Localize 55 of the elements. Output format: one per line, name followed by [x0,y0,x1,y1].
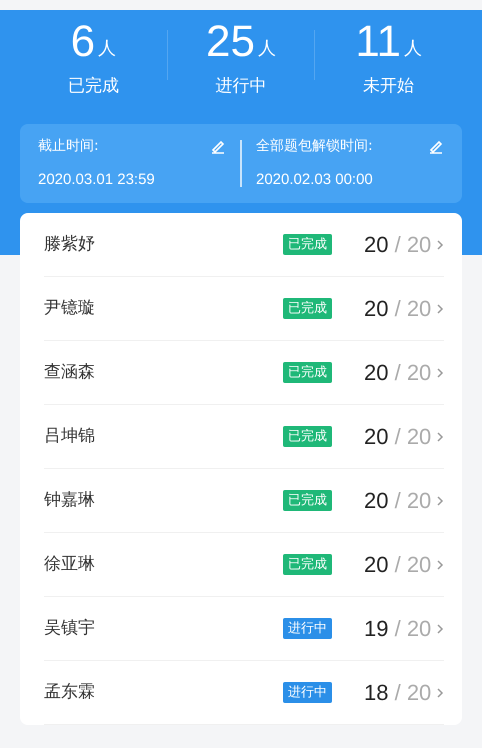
student-row[interactable]: 滕紫妤 已完成 20 / 20 [44,213,444,277]
chevron-icon [436,238,444,250]
chevron-icon [436,686,444,698]
stat-unit: 人 [404,37,422,61]
status-tag: 已完成 [283,298,332,320]
time-value: 2020.03.01 23:59 [38,170,156,190]
stat-count: 25 [206,18,255,66]
status-tag: 进行中 [283,682,332,704]
chevron-icon [436,558,444,570]
score-text: 20 / 20 [364,359,432,387]
status-tag: 已完成 [283,554,332,576]
student-row[interactable]: 吕坤锦 已完成 20 / 20 [44,405,444,469]
chevron-icon [436,366,444,378]
student-name: 滕紫妤 [44,232,96,256]
student-name: 尹镱璇 [44,296,96,320]
time-label: 全部题包解锁时间: [256,136,373,156]
student-name: 查涵森 [44,360,96,384]
student-name: 孟东霖 [44,680,96,704]
score-text: 18 / 20 [364,679,432,707]
score-text: 20 / 20 [364,231,432,259]
time-label: 截止时间: [38,136,99,156]
student-name: 徐亚琳 [44,552,96,576]
chevron-icon [436,302,444,314]
student-name: 钟嘉琳 [44,488,96,512]
status-tag: 已完成 [283,234,332,256]
status-tag: 已完成 [283,362,332,384]
student-row[interactable]: 查涵森 已完成 20 / 20 [44,341,444,405]
score-text: 20 / 20 [364,295,432,323]
student-row[interactable]: 吴镇宇 进行中 19 / 20 [44,597,444,661]
stat-unit: 人 [258,37,276,61]
status-tag: 已完成 [283,490,332,512]
stat-count: 6 [70,18,96,66]
time-value: 2020.02.03 00:00 [256,170,374,190]
score-text: 20 / 20 [364,423,432,451]
edit-icon[interactable] [210,138,226,154]
score-text: 20 / 20 [364,551,432,579]
edit-icon[interactable] [428,138,444,154]
status-tag: 进行中 [283,618,332,640]
chevron-icon [436,430,444,442]
student-row[interactable]: 孟东霖 进行中 18 / 20 [44,661,444,725]
stat-label: 已完成 [66,75,120,98]
stat-label: 未开始 [362,75,416,98]
status-tag: 已完成 [283,426,332,448]
student-name: 吕坤锦 [44,424,96,448]
student-row[interactable]: 徐亚琳 已完成 20 / 20 [44,533,444,597]
score-text: 19 / 20 [364,615,432,643]
student-name: 吴镇宇 [44,616,96,640]
stat-unit: 人 [98,37,116,61]
chevron-icon [436,622,444,634]
stat-label: 进行中 [214,75,268,98]
chevron-icon [436,494,444,506]
student-row[interactable]: 钟嘉琳 已完成 20 / 20 [44,469,444,533]
student-row[interactable]: 尹镱璇 已完成 20 / 20 [44,277,444,341]
score-text: 20 / 20 [364,487,432,515]
stat-count: 11 [355,18,402,66]
